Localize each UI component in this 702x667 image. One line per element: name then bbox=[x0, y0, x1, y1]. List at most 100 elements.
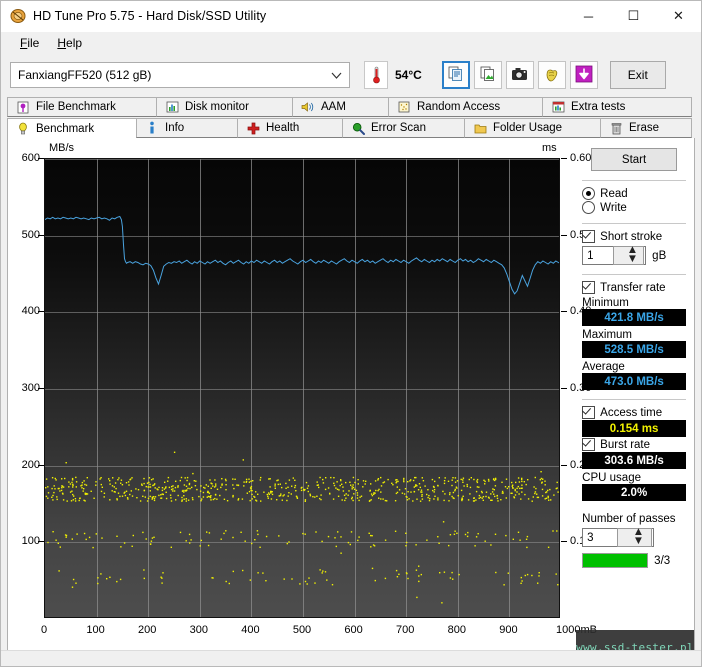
tab-folder-usage[interactable]: Folder Usage bbox=[464, 118, 601, 138]
thermometer-icon bbox=[364, 61, 388, 89]
minimum-value: 421.8 MB/s bbox=[582, 309, 686, 326]
tab-erase[interactable]: Erase bbox=[600, 118, 692, 138]
y-axis-tick-label: 300 bbox=[8, 382, 40, 394]
tab-bar: File Benchmark Disk monitor AAM Random A… bbox=[7, 97, 695, 138]
radio-read-icon bbox=[582, 187, 595, 200]
access-time-value: 0.154 ms bbox=[582, 420, 686, 437]
x-axis-tick-label: 800 bbox=[448, 624, 466, 636]
burst-rate-checkbox[interactable]: Burst rate bbox=[582, 438, 686, 451]
menu-file-rest: ile bbox=[27, 36, 39, 50]
x-axis-tick-label: 200 bbox=[138, 624, 156, 636]
stepper-arrows-icon[interactable]: ▲ ▼ bbox=[613, 246, 645, 265]
download-button[interactable] bbox=[570, 61, 598, 89]
y2-axis-tick bbox=[561, 465, 567, 466]
copy-button[interactable] bbox=[442, 61, 470, 89]
access-time-label: Access time bbox=[600, 407, 662, 419]
y-axis-tick-label: 100 bbox=[8, 535, 40, 547]
tab-label: Folder Usage bbox=[493, 122, 562, 134]
short-stroke-checkbox[interactable]: Short stroke bbox=[582, 230, 686, 243]
temperature-value: 54°C bbox=[395, 68, 422, 82]
copy-image-button[interactable] bbox=[474, 61, 502, 89]
passes-input[interactable]: 3 ▲ ▼ bbox=[582, 528, 654, 547]
passes-stepper[interactable]: 3 ▲ ▼ bbox=[582, 528, 686, 547]
tab-file-benchmark[interactable]: File Benchmark bbox=[7, 97, 157, 117]
x-axis-tick-label: 600 bbox=[344, 624, 362, 636]
tab-random-access[interactable]: Random Access bbox=[388, 97, 543, 117]
erase-trash-icon bbox=[609, 121, 623, 135]
minimize-button[interactable]: ─ bbox=[566, 1, 611, 31]
tab-label: Info bbox=[165, 122, 184, 134]
title-bar: HD Tune Pro 5.75 - Hard Disk/SSD Utility… bbox=[1, 1, 701, 32]
tab-label: Health bbox=[266, 122, 299, 134]
tab-aam[interactable]: AAM bbox=[292, 97, 389, 117]
write-label: Write bbox=[600, 202, 627, 214]
stepper-arrows-icon[interactable]: ▲ ▼ bbox=[617, 528, 653, 547]
random-access-icon bbox=[397, 100, 411, 114]
health-cross-icon bbox=[246, 121, 260, 135]
copy-image-icon bbox=[480, 66, 496, 85]
benchmark-bulb-icon bbox=[16, 122, 30, 136]
exit-button[interactable]: Exit bbox=[610, 61, 666, 89]
y-axis-tick bbox=[38, 235, 44, 236]
x-axis-tick-label: 100 bbox=[86, 624, 104, 636]
short-stroke-stepper[interactable]: 1 ▲ ▼ gB bbox=[582, 246, 686, 265]
tab-label: File Benchmark bbox=[36, 101, 116, 113]
chart-series-layer bbox=[45, 159, 560, 618]
tab-extra-tests[interactable]: Extra tests bbox=[542, 97, 692, 117]
checkbox-access-time-icon bbox=[582, 406, 595, 419]
tab-label: Erase bbox=[629, 122, 659, 134]
stepper-down[interactable]: ▼ bbox=[629, 538, 644, 547]
menu-item-help[interactable]: Help bbox=[48, 34, 91, 52]
maximize-button[interactable]: ☐ bbox=[611, 1, 656, 31]
checkbox-transfer-rate-icon bbox=[582, 281, 595, 294]
toolbar-buttons bbox=[442, 61, 598, 89]
short-stroke-input[interactable]: 1 ▲ ▼ bbox=[582, 246, 646, 265]
y-axis-tick-label: 200 bbox=[8, 459, 40, 471]
read-label: Read bbox=[600, 188, 628, 200]
access-time-checkbox[interactable]: Access time bbox=[582, 406, 686, 419]
error-scan-magnifier-icon bbox=[351, 121, 365, 135]
read-radio[interactable]: Read bbox=[582, 187, 686, 200]
transfer-rate-label: Transfer rate bbox=[600, 282, 665, 294]
toolbar: FanxiangFF520 (512 gB) 54°C bbox=[1, 55, 701, 95]
progress-bar bbox=[582, 553, 648, 568]
temperature-display: 54°C bbox=[364, 61, 422, 89]
y2-axis-tick bbox=[561, 158, 567, 159]
minimum-label: Minimum bbox=[582, 297, 686, 309]
screenshot-button[interactable] bbox=[506, 61, 534, 89]
x-axis-tick-label: 500 bbox=[293, 624, 311, 636]
copy-icon bbox=[448, 66, 464, 85]
x-axis-tick-label: 900 bbox=[499, 624, 517, 636]
y-axis-tick-label: 600 bbox=[8, 152, 40, 164]
burst-rate-value: 303.6 MB/s bbox=[582, 452, 686, 469]
y-axis-tick bbox=[38, 158, 44, 159]
short-stroke-label: Short stroke bbox=[600, 231, 662, 243]
menu-item-file[interactable]: File bbox=[11, 34, 48, 52]
transfer-rate-checkbox[interactable]: Transfer rate bbox=[582, 281, 686, 294]
tab-label: Extra tests bbox=[571, 101, 625, 113]
y-axis-tick-label: 400 bbox=[8, 305, 40, 317]
info-icon bbox=[145, 121, 159, 135]
x-axis-tick-label: 300 bbox=[190, 624, 208, 636]
tab-error-scan[interactable]: Error Scan bbox=[342, 118, 465, 138]
checkbox-burst-rate-icon bbox=[582, 438, 595, 451]
tab-label: Random Access bbox=[417, 101, 500, 113]
short-stroke-unit: gB bbox=[652, 250, 666, 262]
options-button[interactable] bbox=[538, 61, 566, 89]
tab-health[interactable]: Health bbox=[237, 118, 343, 138]
tab-disk-monitor[interactable]: Disk monitor bbox=[156, 97, 293, 117]
maximum-label: Maximum bbox=[582, 329, 686, 341]
burst-rate-label: Burst rate bbox=[600, 439, 650, 451]
start-button[interactable]: Start bbox=[591, 148, 677, 171]
aam-speaker-icon bbox=[301, 100, 315, 114]
benchmark-chart: MB/s ms 1002003004005006000.100.200.300.… bbox=[8, 138, 574, 664]
cpu-usage-label: CPU usage bbox=[582, 472, 686, 484]
tab-label: Disk monitor bbox=[185, 101, 249, 113]
extra-tests-icon bbox=[551, 100, 565, 114]
tab-benchmark[interactable]: Benchmark bbox=[7, 118, 137, 139]
close-button[interactable]: ✕ bbox=[656, 1, 701, 31]
drive-select[interactable]: FanxiangFF520 (512 gB) bbox=[10, 62, 350, 88]
tab-info[interactable]: Info bbox=[136, 118, 238, 138]
stepper-down[interactable]: ▼ bbox=[623, 256, 638, 265]
write-radio[interactable]: Write bbox=[582, 201, 686, 214]
